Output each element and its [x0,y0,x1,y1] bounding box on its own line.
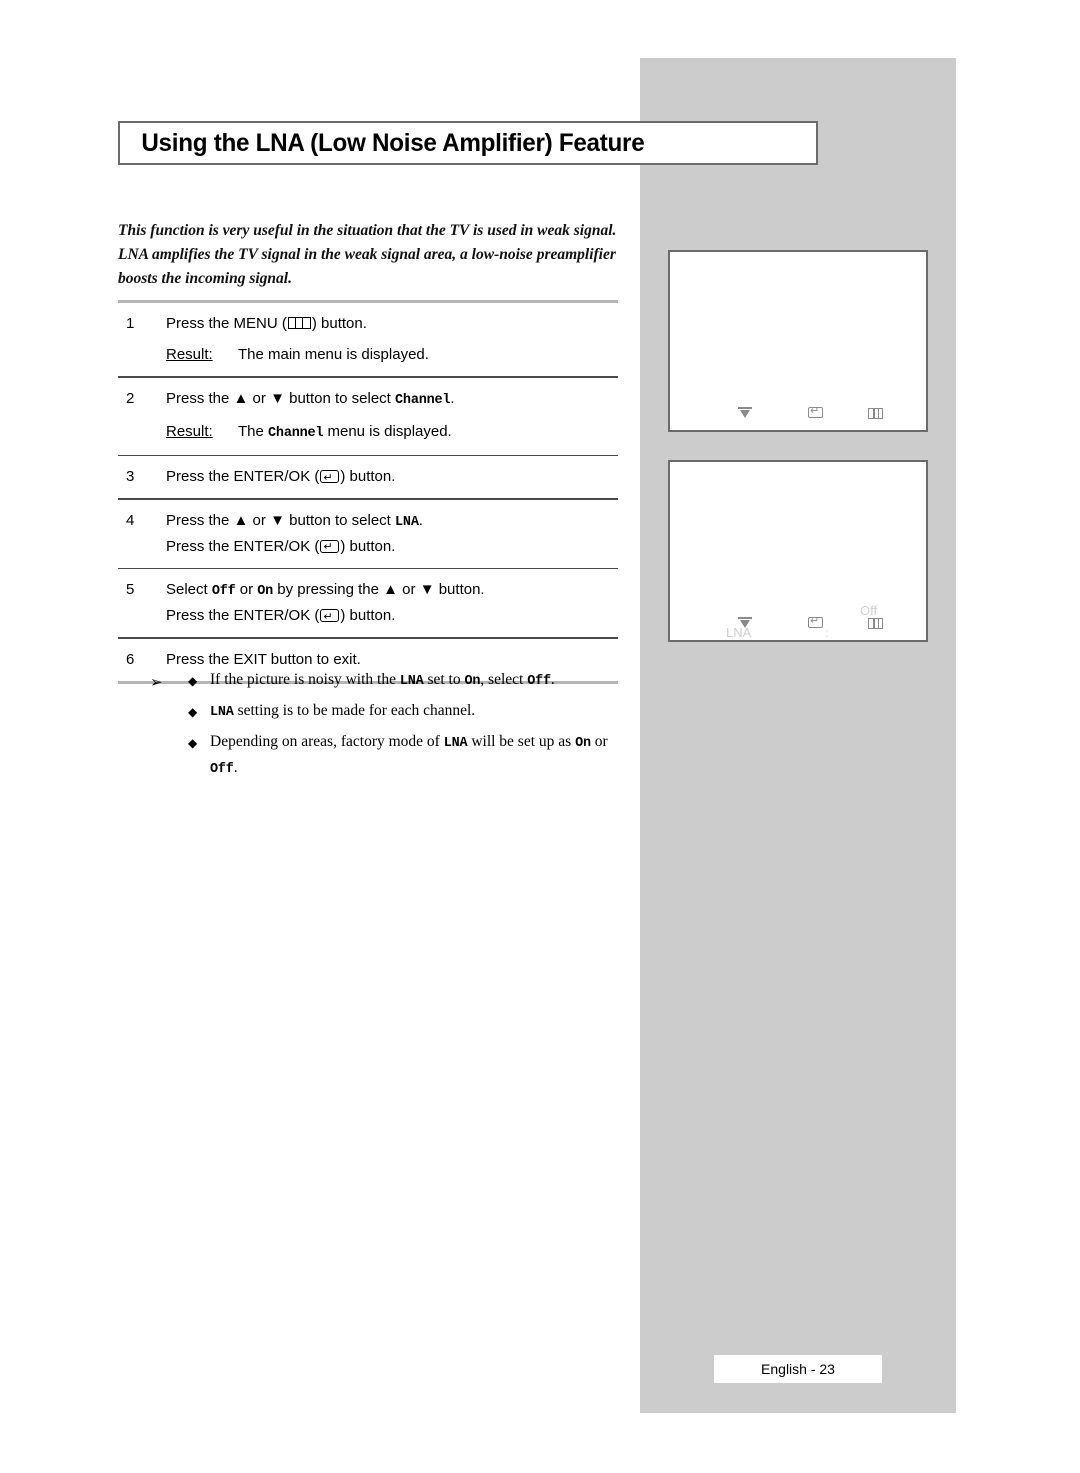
step-text-post: ) button. [311,315,367,332]
step-text-post: ) button. [340,468,396,485]
menu-item-name: LNA [395,514,419,530]
screen-icon-row [670,614,926,636]
up-arrow-icon: ▲ [233,511,249,529]
down-arrow-icon: ▼ [419,581,435,598]
down-arrow-icon: ▼ [270,511,285,529]
result-line: Result: The Channel menu is displayed. [166,420,618,446]
option-off: Off [527,674,551,689]
enter-return-icon [808,614,823,628]
step-text: Press the ▲ or ▼ button to select LNA. P… [166,509,618,559]
lna-keyword: LNA [210,705,234,720]
step-row: 3 Press the ENTER/OK (↵) button. [118,456,618,498]
menu-item-name: Channel [268,425,324,441]
list-item: ◆ LNA setting is to be made for each cha… [150,699,620,725]
menu-icon [868,408,883,419]
down-arrow-icon [738,406,752,420]
step-text: Press the MENU ( ) button. Result: The ma… [166,312,618,367]
down-arrow-icon [738,616,752,630]
step-row: 5 Select Off or On by pressing the ▲ or … [118,569,618,637]
option-on: On [464,674,481,689]
page-title-box: Using the LNA (Low Noise Amplifier) Feat… [118,121,818,165]
step-text-pre: Press the ENTER/OK ( [166,468,320,485]
lna-menu-screen: Off LNA : [668,460,928,642]
step-number: 5 [126,581,135,598]
step-text: Select Off or On by pressing the ▲ or ▼ … [166,578,618,628]
note-text: LNA setting is to be made for each chann… [210,702,476,720]
menu-item-name: Channel [395,392,451,408]
notes-arrow-icon: ➢ [150,673,163,691]
step-line-2: Press the ENTER/OK (↵) button. [166,537,396,555]
menu-icon [287,317,311,329]
step-row: 2 Press the ▲ or ▼ button to select Chan… [118,378,618,455]
option-off: Off [210,762,234,777]
up-arrow-icon: ▲ [233,389,249,407]
step-row: 4 Press the ▲ or ▼ button to select LNA.… [118,500,618,568]
result-text: The Channel menu is displayed. [238,422,452,441]
down-arrow-icon: ▼ [270,389,285,407]
step-line-1: Select Off or On by pressing the ▲ or ▼ … [166,581,485,599]
screen-icon-row [670,404,926,426]
option-on: On [257,584,274,599]
step-text: Press the ENTER/OK (↵) button. [166,465,618,489]
enter-ok-icon: ↵ [320,609,340,622]
step-text-mid: or [248,389,271,407]
diamond-bullet-icon: ◆ [188,736,198,750]
diamond-bullet-icon: ◆ [188,674,198,688]
option-off: Off [211,584,236,599]
steps-table: 1 Press the MENU ( ) button. Result: The … [118,300,618,684]
note-text: Depending on areas, factory mode of LNA … [210,733,608,777]
step-line-2: Press the ENTER/OK (↵) button. [166,607,396,624]
step-line-1: Press the ▲ or ▼ button to select LNA. [166,511,423,530]
result-line: Result: The main menu is displayed. [166,343,618,367]
enter-return-icon [808,404,823,418]
page-title: Using the LNA (Low Noise Amplifier) Feat… [141,128,645,157]
step-number: 1 [126,315,135,332]
result-label: Result: [166,422,213,440]
step-text: Press the ▲ or ▼ button to select Channe… [166,387,618,446]
diamond-bullet-icon: ◆ [188,705,198,719]
result-label: Result: [166,346,213,363]
step-text-tail: . [450,389,455,407]
step-number: 4 [126,511,135,529]
up-arrow-icon: ▲ [383,581,398,598]
list-item: ◆ Depending on areas, factory mode of LN… [150,730,620,782]
intro-paragraph: This function is very useful in the situ… [118,222,617,287]
enter-ok-icon: ↵ [320,539,340,553]
notes-block: ➢ ◆ If the picture is noisy with the LNA… [150,668,620,787]
step-number: 2 [126,389,135,407]
note-text: If the picture is noisy with the LNA set… [210,671,555,689]
step-text-pre: Press the MENU ( [166,315,287,332]
option-on: On [575,736,591,751]
step-number: 3 [126,468,135,485]
step-text-post: button to select [284,389,396,407]
step-row: 1 Press the MENU ( ) button. Result: The … [118,303,618,376]
result-text: The main menu is displayed. [238,346,429,363]
page-number-label: English - 23 [761,1361,835,1377]
page-footer: English - 23 [714,1355,882,1383]
menu-icon [868,618,883,629]
list-item: ◆ If the picture is noisy with the LNA s… [150,668,620,694]
enter-ok-icon: ↵ [320,470,340,483]
lna-keyword: LNA [443,736,468,751]
main-menu-screen [668,250,928,432]
lna-keyword: LNA [399,674,424,689]
step-text-pre: Press the [166,389,234,407]
